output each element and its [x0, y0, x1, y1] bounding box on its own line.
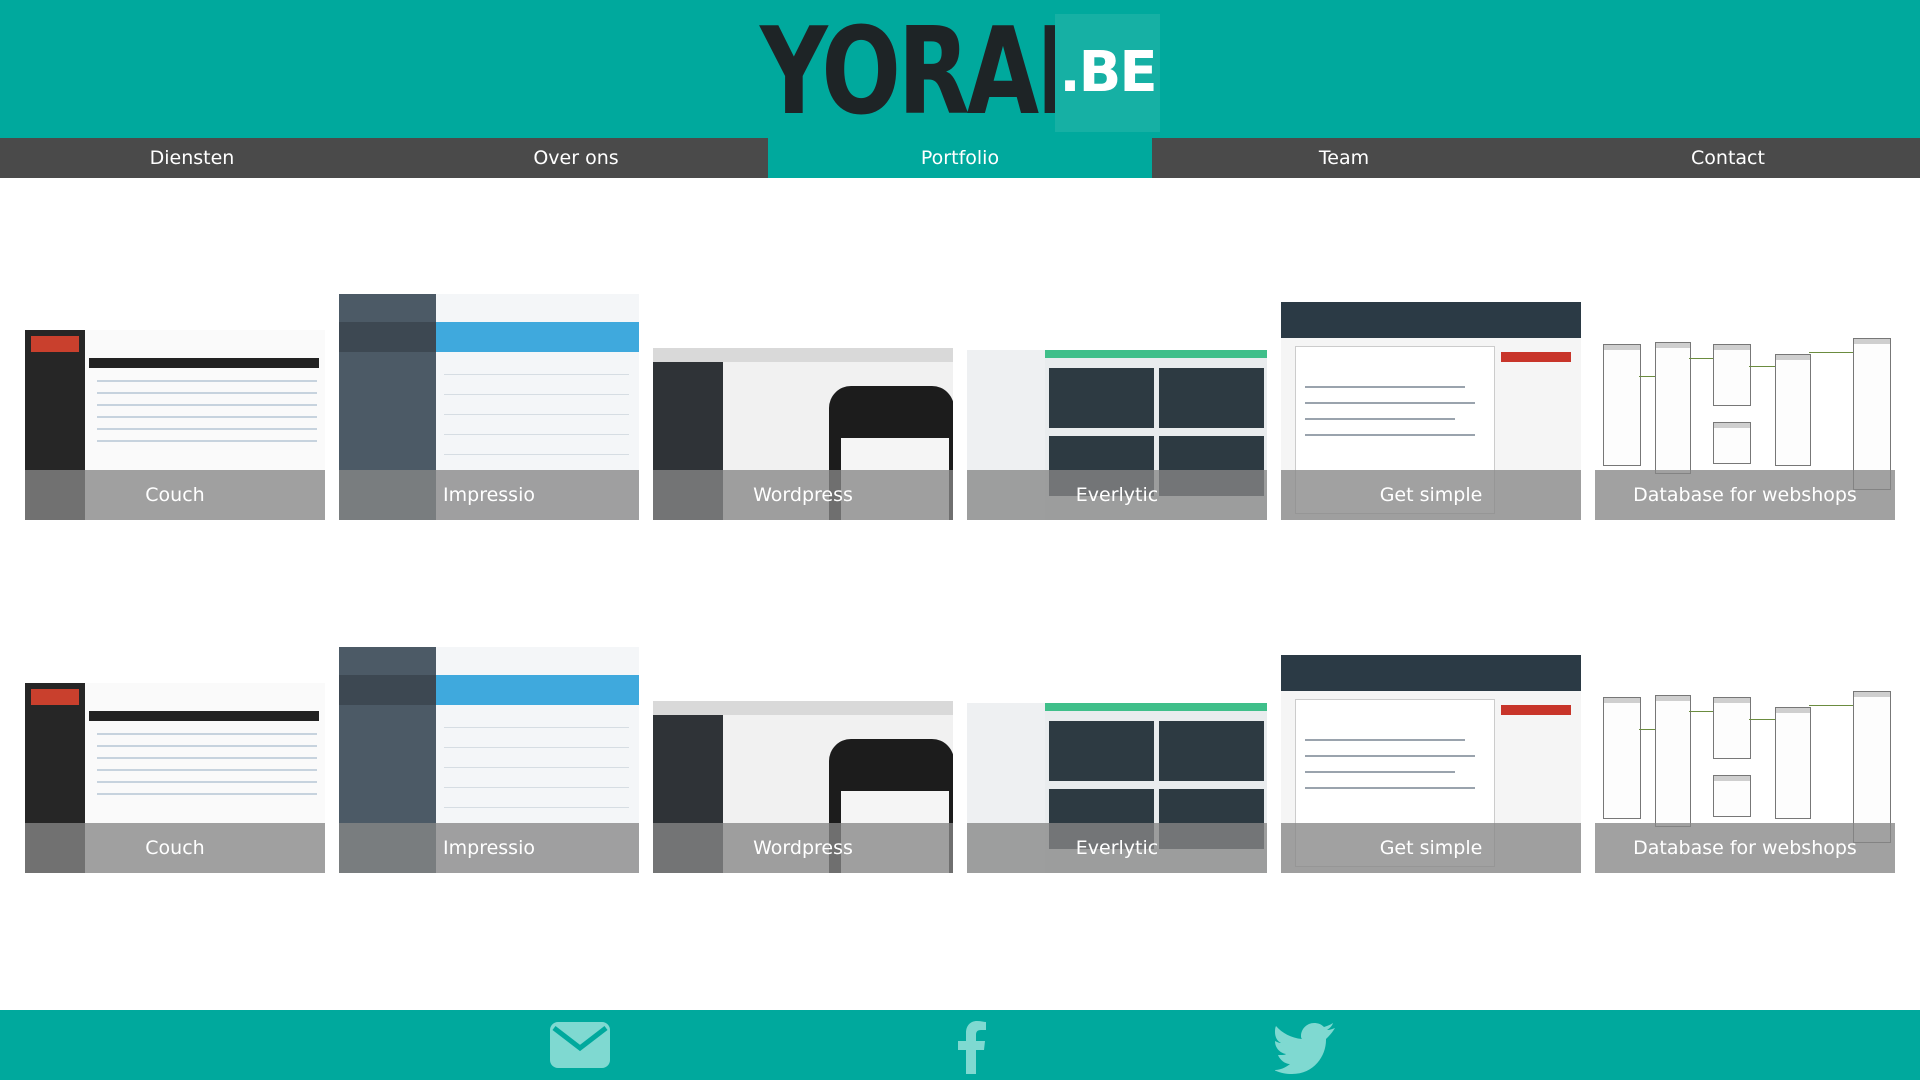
nav-item-portfolio[interactable]: Portfolio — [768, 138, 1152, 178]
portfolio-item-impressio[interactable]: Impressio — [339, 294, 639, 520]
twitter-icon[interactable] — [1274, 1018, 1339, 1074]
portfolio-item-get-simple[interactable]: Get simple — [1281, 302, 1581, 520]
portfolio-caption: Couch — [25, 823, 325, 873]
portfolio-item-couch[interactable]: Couch — [25, 683, 325, 873]
portfolio-item-wordpress[interactable]: Wordpress — [653, 348, 953, 520]
nav-item-team[interactable]: Team — [1152, 138, 1536, 178]
portfolio-caption: Database for webshops — [1595, 470, 1895, 520]
portfolio-caption: Get simple — [1281, 823, 1581, 873]
portfolio-item-everlytic[interactable]: Everlytic — [967, 350, 1267, 520]
nav-item-contact[interactable]: Contact — [1536, 138, 1920, 178]
portfolio-item-couch[interactable]: Couch — [25, 330, 325, 520]
portfolio-caption: Wordpress — [653, 470, 953, 520]
portfolio-caption: Impressio — [339, 470, 639, 520]
main-navigation: Diensten Over ons Portfolio Team Contact — [0, 138, 1920, 178]
facebook-icon[interactable] — [940, 1018, 1004, 1074]
portfolio-caption: Everlytic — [967, 470, 1267, 520]
portfolio-caption: Database for webshops — [1595, 823, 1895, 873]
logo-tld: .BE — [1055, 14, 1160, 132]
portfolio-item-wordpress[interactable]: Wordpress — [653, 701, 953, 873]
portfolio-item-everlytic[interactable]: Everlytic — [967, 703, 1267, 873]
portfolio-caption: Wordpress — [653, 823, 953, 873]
portfolio-caption: Get simple — [1281, 470, 1581, 520]
portfolio-caption: Impressio — [339, 823, 639, 873]
nav-item-diensten[interactable]: Diensten — [0, 138, 384, 178]
nav-item-over-ons[interactable]: Over ons — [384, 138, 768, 178]
portfolio-item-database-for-webshops[interactable]: Database for webshops — [1595, 689, 1895, 873]
portfolio-item-database-for-webshops[interactable]: Database for webshops — [1595, 336, 1895, 520]
site-header: YORAM .BE — [0, 0, 1920, 138]
portfolio-caption: Everlytic — [967, 823, 1267, 873]
site-footer — [0, 1010, 1920, 1080]
site-logo[interactable]: YORAM .BE — [760, 13, 1160, 133]
portfolio-item-get-simple[interactable]: Get simple — [1281, 655, 1581, 873]
envelope-icon[interactable] — [548, 1018, 612, 1074]
portfolio-item-impressio[interactable]: Impressio — [339, 647, 639, 873]
portfolio-caption: Couch — [25, 470, 325, 520]
